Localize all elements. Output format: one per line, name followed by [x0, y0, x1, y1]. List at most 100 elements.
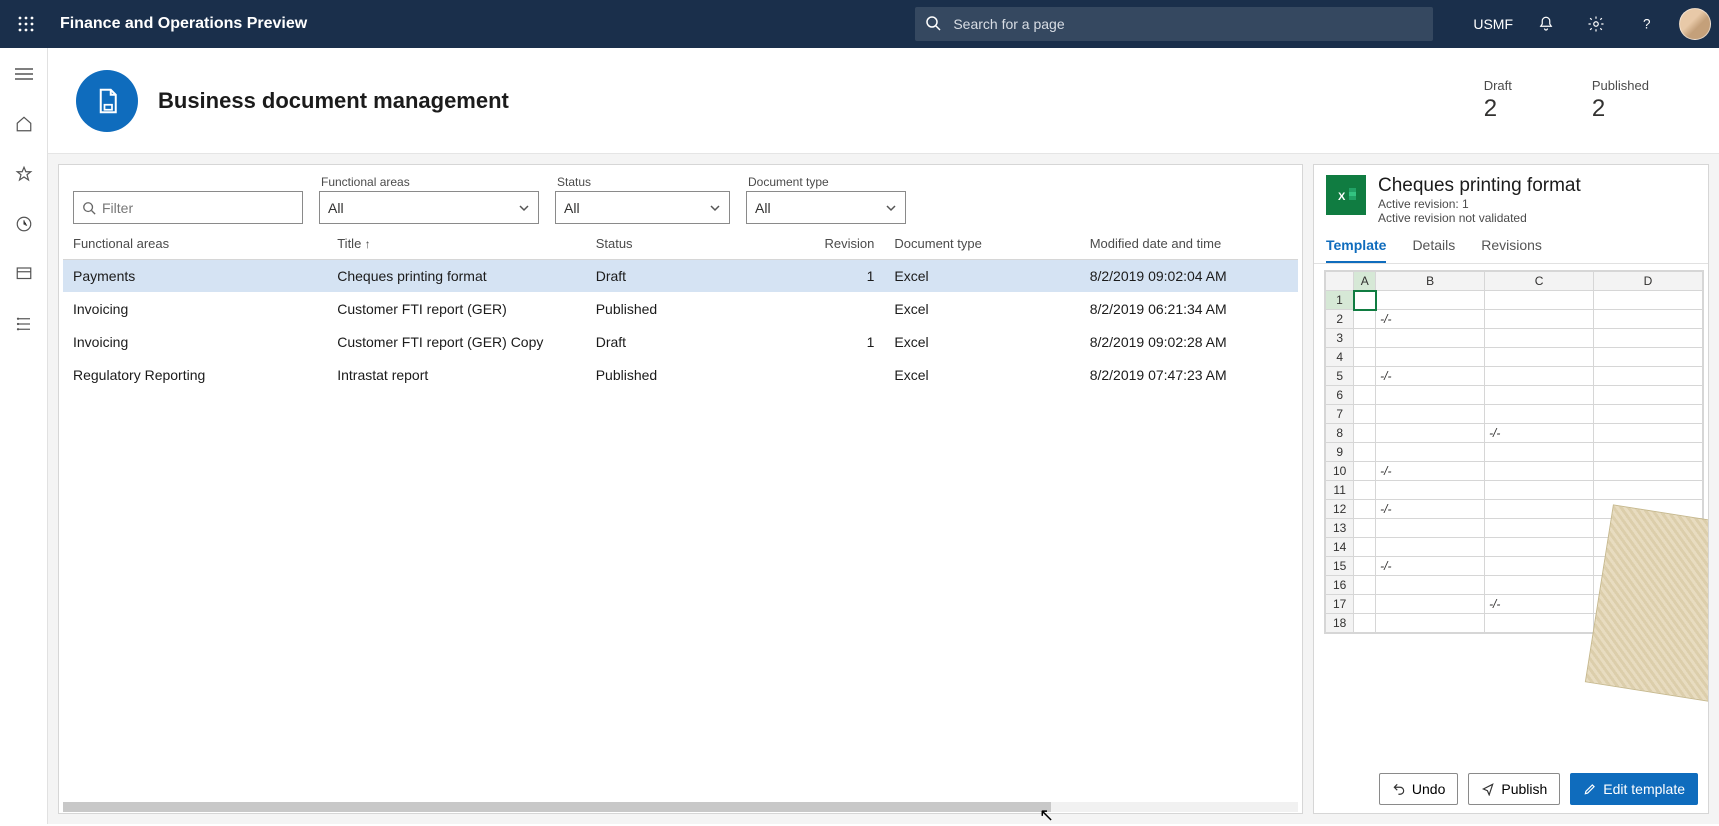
sheet-cell[interactable] — [1594, 348, 1703, 367]
sheet-row-header[interactable]: 10 — [1326, 462, 1354, 481]
metric-draft[interactable]: Draft 2 — [1484, 78, 1512, 123]
sheet-cell[interactable] — [1485, 538, 1594, 557]
table-row[interactable]: InvoicingCustomer FTI report (GER)Publis… — [63, 293, 1298, 326]
sheet-cell[interactable] — [1354, 405, 1376, 424]
sheet-row-header[interactable]: 9 — [1326, 443, 1354, 462]
sheet-cell[interactable] — [1376, 329, 1485, 348]
sheet-row-header[interactable]: 8 — [1326, 424, 1354, 443]
sheet-cell[interactable] — [1354, 348, 1376, 367]
table-row[interactable]: PaymentsCheques printing formatDraft1Exc… — [63, 260, 1298, 293]
sheet-cell[interactable] — [1594, 367, 1703, 386]
sheet-cell[interactable] — [1485, 310, 1594, 329]
sheet-cell[interactable] — [1354, 557, 1376, 576]
sheet-cell[interactable]: -/- — [1376, 557, 1485, 576]
sheet-cell[interactable] — [1376, 595, 1485, 614]
sheet-cell[interactable]: -/- — [1376, 462, 1485, 481]
col-revision[interactable]: Revision — [792, 228, 884, 260]
sheet-cell[interactable] — [1376, 424, 1485, 443]
col-functional[interactable]: Functional areas — [63, 228, 327, 260]
sheet-cell[interactable] — [1354, 481, 1376, 500]
hamburger-icon[interactable] — [4, 56, 44, 92]
sheet-cell[interactable] — [1485, 614, 1594, 633]
sheet-cell[interactable] — [1354, 443, 1376, 462]
sheet-row-header[interactable]: 7 — [1326, 405, 1354, 424]
sheet-cell[interactable] — [1594, 462, 1703, 481]
sheet-row-header[interactable]: 13 — [1326, 519, 1354, 538]
sheet-cell[interactable] — [1594, 310, 1703, 329]
sheet-cell[interactable] — [1354, 291, 1376, 310]
sheet-cell[interactable] — [1376, 576, 1485, 595]
sheet-row-header[interactable]: 15 — [1326, 557, 1354, 576]
global-search[interactable] — [915, 7, 1433, 41]
sheet-cell[interactable] — [1354, 386, 1376, 405]
metric-published[interactable]: Published 2 — [1592, 78, 1649, 123]
sheet-cell[interactable]: -/- — [1376, 310, 1485, 329]
sheet-row-header[interactable]: 12 — [1326, 500, 1354, 519]
sheet-cell[interactable] — [1485, 291, 1594, 310]
sheet-cell[interactable] — [1485, 348, 1594, 367]
sheet-cell[interactable] — [1376, 386, 1485, 405]
sheet-cell[interactable] — [1594, 329, 1703, 348]
sheet-cell[interactable] — [1354, 462, 1376, 481]
horizontal-scrollbar[interactable] — [59, 801, 1302, 813]
sheet-cell[interactable] — [1354, 310, 1376, 329]
sheet-cell[interactable] — [1376, 443, 1485, 462]
sheet-cell[interactable] — [1354, 329, 1376, 348]
sheet-row-header[interactable]: 6 — [1326, 386, 1354, 405]
sheet-cell[interactable] — [1354, 576, 1376, 595]
sheet-cell[interactable] — [1354, 595, 1376, 614]
functional-areas-dropdown[interactable]: All — [319, 191, 539, 224]
status-dropdown[interactable]: All — [555, 191, 730, 224]
sheet-cell[interactable] — [1354, 367, 1376, 386]
sheet-row-header[interactable]: 5 — [1326, 367, 1354, 386]
sheet-cell[interactable] — [1485, 519, 1594, 538]
sheet-col-header[interactable]: D — [1594, 272, 1703, 291]
sheet-cell[interactable] — [1485, 500, 1594, 519]
sheet-row-header[interactable]: 18 — [1326, 614, 1354, 633]
sheet-cell[interactable] — [1354, 424, 1376, 443]
sheet-cell[interactable] — [1485, 557, 1594, 576]
table-row[interactable]: InvoicingCustomer FTI report (GER) CopyD… — [63, 326, 1298, 359]
sheet-cell[interactable] — [1376, 405, 1485, 424]
publish-button[interactable]: Publish — [1468, 773, 1560, 805]
sheet-cell[interactable]: -/- — [1485, 424, 1594, 443]
app-launcher-icon[interactable] — [8, 6, 44, 42]
filter-text-input[interactable] — [102, 200, 294, 216]
sheet-cell[interactable] — [1594, 424, 1703, 443]
sheet-row-header[interactable]: 17 — [1326, 595, 1354, 614]
sheet-col-header[interactable]: C — [1485, 272, 1594, 291]
col-doctype[interactable]: Document type — [884, 228, 1079, 260]
sheet-cell[interactable] — [1485, 329, 1594, 348]
favorites-icon[interactable] — [4, 156, 44, 192]
sheet-cell[interactable] — [1485, 367, 1594, 386]
sheet-cell[interactable] — [1376, 519, 1485, 538]
sheet-cell[interactable] — [1376, 348, 1485, 367]
settings-icon[interactable] — [1579, 7, 1613, 41]
home-icon[interactable] — [4, 106, 44, 142]
sheet-row-header[interactable]: 2 — [1326, 310, 1354, 329]
sheet-cell[interactable] — [1485, 405, 1594, 424]
sheet-cell[interactable] — [1485, 386, 1594, 405]
notifications-icon[interactable] — [1529, 7, 1563, 41]
sheet-row-header[interactable]: 16 — [1326, 576, 1354, 595]
company-picker[interactable]: USMF — [1473, 16, 1513, 32]
user-avatar[interactable] — [1679, 8, 1711, 40]
sheet-cell[interactable] — [1376, 481, 1485, 500]
sheet-cell[interactable] — [1376, 614, 1485, 633]
edit-template-button[interactable]: Edit template — [1570, 773, 1698, 805]
sheet-cell[interactable] — [1485, 481, 1594, 500]
sheet-cell[interactable] — [1485, 462, 1594, 481]
sheet-row-header[interactable]: 4 — [1326, 348, 1354, 367]
sheet-cell[interactable] — [1485, 443, 1594, 462]
modules-icon[interactable] — [4, 306, 44, 342]
col-modified[interactable]: Modified date and time — [1080, 228, 1298, 260]
table-row[interactable]: Regulatory ReportingIntrastat reportPubl… — [63, 359, 1298, 392]
sheet-row-header[interactable]: 3 — [1326, 329, 1354, 348]
sheet-cell[interactable]: -/- — [1376, 367, 1485, 386]
sheet-cell[interactable] — [1594, 481, 1703, 500]
sheet-row-header[interactable]: 1 — [1326, 291, 1354, 310]
sheet-cell[interactable] — [1485, 576, 1594, 595]
sheet-cell[interactable] — [1354, 614, 1376, 633]
doctype-dropdown[interactable]: All — [746, 191, 906, 224]
undo-button[interactable]: Undo — [1379, 773, 1458, 805]
